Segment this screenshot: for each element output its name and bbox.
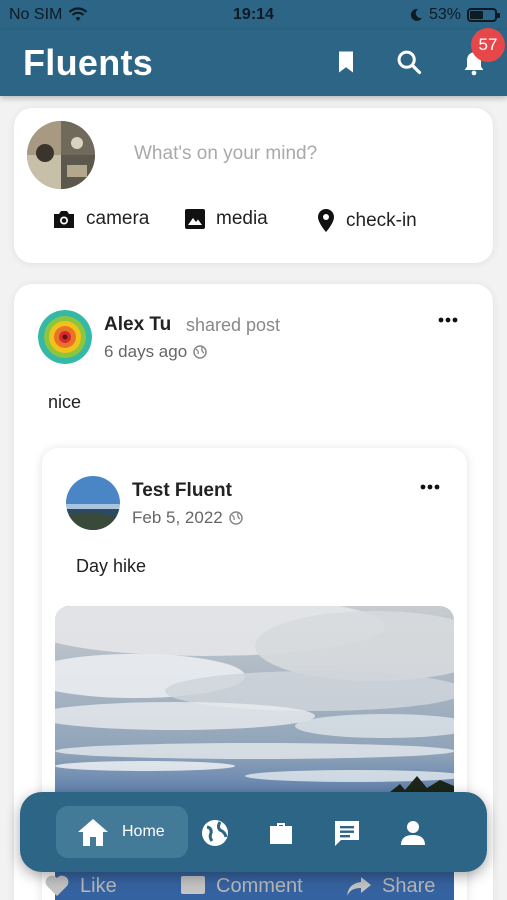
media-label: media — [216, 208, 268, 229]
check-in-label: check-in — [346, 210, 417, 231]
camera-label: camera — [86, 208, 150, 229]
camera-icon — [54, 211, 74, 228]
composer-card: What's on your mind? camera media check-… — [14, 108, 493, 263]
shared-date-label: Feb 5, 2022 — [132, 508, 223, 527]
post-text: nice — [48, 392, 82, 412]
post-input[interactable]: What's on your mind? — [134, 143, 317, 165]
nav-home-label: Home — [122, 823, 165, 840]
shared-post-date: Feb 5, 2022 — [132, 508, 243, 528]
post-action-text: shared post — [186, 315, 281, 335]
battery-percent: 53% — [428, 6, 461, 23]
globe-small-icon — [229, 511, 243, 525]
check-in-button[interactable]: check-in — [316, 208, 417, 234]
author-avatar[interactable] — [38, 310, 92, 364]
more-options-icon[interactable] — [437, 316, 459, 324]
share-icon — [347, 877, 371, 896]
search-icon[interactable] — [395, 48, 423, 76]
location-pin-icon — [318, 209, 334, 232]
comment-button[interactable]: Comment — [180, 874, 303, 898]
moon-icon — [410, 8, 422, 21]
notification-badge: 57 — [471, 28, 505, 62]
status-bar: No SIM 19:14 53% — [0, 0, 507, 30]
home-icon — [78, 819, 108, 846]
chat-icon[interactable] — [332, 818, 362, 848]
shared-post-text: Day hike — [76, 556, 147, 576]
media-button[interactable]: media — [184, 208, 268, 230]
heart-icon — [45, 875, 69, 896]
globe-icon[interactable] — [200, 818, 230, 848]
comment-icon — [181, 876, 205, 894]
app-title: Fluents — [23, 42, 154, 83]
post-actions-row: Like Comment Share — [0, 868, 507, 900]
comment-label: Comment — [216, 874, 303, 897]
like-label: Like — [80, 874, 117, 897]
app-bar: Fluents 57 — [0, 28, 507, 96]
profile-icon[interactable] — [398, 818, 428, 848]
nav-home-tab[interactable]: Home — [56, 806, 188, 858]
globe-small-icon — [193, 345, 207, 359]
bookmark-icon[interactable] — [332, 48, 360, 76]
my-avatar[interactable] — [27, 121, 95, 189]
bottom-nav: Home — [20, 792, 487, 872]
share-label: Share — [382, 874, 436, 897]
share-button[interactable]: Share — [346, 874, 435, 898]
post-time: 6 days ago — [104, 342, 207, 362]
camera-button[interactable]: camera — [52, 208, 149, 230]
like-button[interactable]: Like — [44, 874, 117, 898]
battery-icon — [467, 8, 500, 22]
post-time-label: 6 days ago — [104, 342, 188, 361]
image-icon — [185, 209, 205, 229]
author-name[interactable]: Alex Tu — [104, 314, 171, 336]
status-right: 53% — [409, 6, 500, 24]
notifications-button[interactable]: 57 — [455, 28, 507, 96]
briefcase-icon[interactable] — [266, 818, 296, 848]
shared-author-avatar[interactable] — [66, 476, 120, 530]
shared-author-name[interactable]: Test Fluent — [132, 480, 232, 502]
more-options-icon[interactable] — [419, 483, 441, 491]
